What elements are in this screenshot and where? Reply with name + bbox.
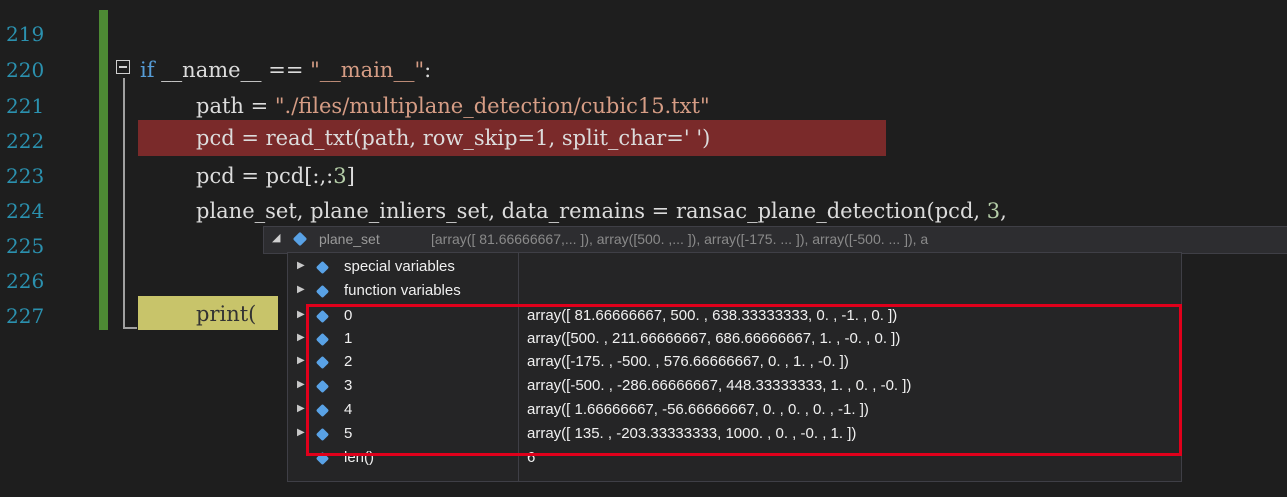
datatip-root-row[interactable]: ◢ plane_set [array([ 81.66666667,... ]),… bbox=[263, 226, 1287, 254]
line-number: 219 bbox=[6, 22, 45, 46]
datatip-row[interactable]: ▶ special variables bbox=[288, 256, 1181, 279]
code-line-224[interactable]: plane_set, plane_inliers_set, data_remai… bbox=[196, 193, 1007, 229]
code-text: pcd = read_txt(path, row_skip=1, split_c… bbox=[196, 126, 711, 150]
code-line-220[interactable]: if __name__ == "__main__": bbox=[140, 52, 431, 88]
line-number: 221 bbox=[6, 94, 45, 118]
variable-icon bbox=[315, 284, 330, 299]
code-line-227[interactable]: print( bbox=[196, 296, 256, 332]
line-number: 223 bbox=[6, 164, 45, 188]
code-text: plane_set, plane_inliers_set, data_remai… bbox=[196, 199, 987, 223]
code-editor[interactable]: 219 220 221 222 223 224 225 226 227 if _… bbox=[0, 0, 1287, 497]
line-number-gutter: 219 220 221 222 223 224 225 226 227 bbox=[0, 0, 90, 497]
expanded-arrow-icon[interactable]: ◢ bbox=[272, 231, 280, 244]
expand-arrow-icon[interactable]: ▶ bbox=[297, 260, 305, 271]
indent-guide bbox=[123, 78, 125, 328]
expand-arrow-icon[interactable]: ▶ bbox=[297, 355, 305, 366]
indent-guide-end bbox=[123, 327, 137, 329]
highlight-annotation-box bbox=[306, 304, 1182, 456]
code-text: print( bbox=[196, 302, 257, 326]
change-indicator-bar bbox=[99, 10, 108, 330]
line-number: 222 bbox=[6, 129, 45, 153]
expand-arrow-icon[interactable]: ▶ bbox=[297, 427, 305, 438]
expand-arrow-icon[interactable]: ▶ bbox=[297, 403, 305, 414]
expand-arrow-icon[interactable]: ▶ bbox=[297, 309, 305, 320]
code-text: , bbox=[1000, 199, 1007, 223]
datatip-variable-value: [array([ 81.66666667,... ]), array([500.… bbox=[431, 231, 929, 247]
code-text: : bbox=[424, 58, 432, 82]
variable-icon bbox=[315, 260, 330, 275]
code-text: pcd = pcd[:,: bbox=[196, 164, 334, 188]
datatip-variable-name: plane_set bbox=[319, 231, 380, 247]
keyword-if: if bbox=[140, 58, 155, 82]
string-literal: "./files/multiplane_detection/cubic15.tx… bbox=[274, 94, 710, 118]
string-literal: "__main__" bbox=[310, 58, 425, 82]
code-text: ] bbox=[346, 164, 355, 188]
expand-arrow-icon[interactable]: ▶ bbox=[297, 284, 305, 295]
number-literal: 3 bbox=[986, 199, 1001, 223]
row-name: function variables bbox=[344, 282, 461, 299]
expand-arrow-icon[interactable]: ▶ bbox=[297, 379, 305, 390]
datatip-row[interactable]: ▶ function variables bbox=[288, 280, 1181, 303]
code-text: path = bbox=[196, 94, 275, 118]
expand-arrow-icon[interactable]: ▶ bbox=[297, 332, 305, 343]
collapse-icon[interactable] bbox=[116, 60, 130, 74]
number-literal: 3 bbox=[333, 164, 347, 188]
code-line-222[interactable]: pcd = read_txt(path, row_skip=1, split_c… bbox=[196, 120, 710, 156]
line-number: 227 bbox=[6, 304, 45, 328]
line-number: 226 bbox=[6, 269, 45, 293]
code-line-223[interactable]: pcd = pcd[:,:3] bbox=[196, 158, 355, 194]
code-text: __name__ == bbox=[154, 58, 311, 82]
line-number: 224 bbox=[6, 199, 45, 223]
code-line-221[interactable]: path = "./files/multiplane_detection/cub… bbox=[196, 88, 710, 124]
line-number: 225 bbox=[6, 234, 45, 258]
line-number: 220 bbox=[6, 58, 45, 82]
row-name: special variables bbox=[344, 258, 455, 275]
variable-icon bbox=[292, 231, 308, 247]
